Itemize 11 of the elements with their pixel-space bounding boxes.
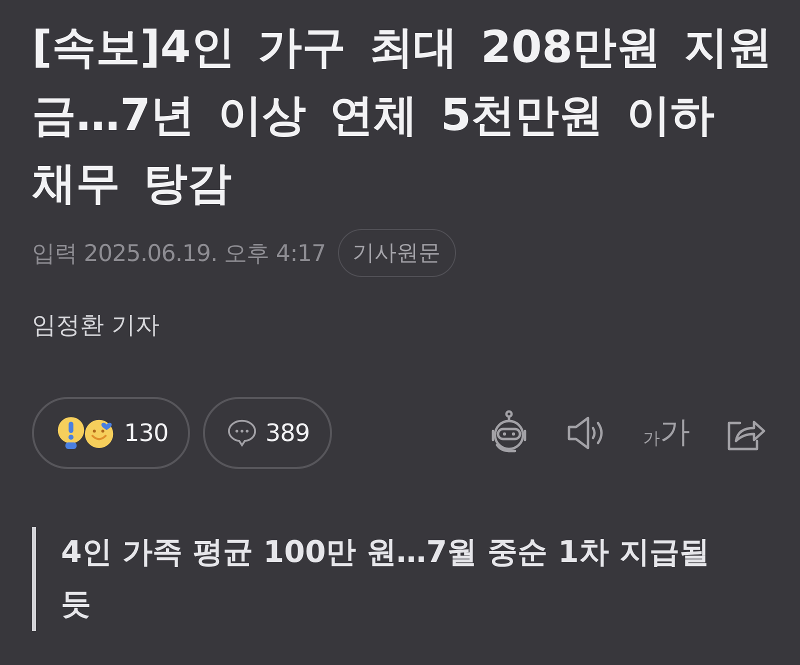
comment-button[interactable]: 389 [203, 397, 332, 469]
lightbulb-icon [56, 416, 86, 450]
reaction-button[interactable]: 130 [32, 397, 190, 469]
font-size-button[interactable]: 가가 [643, 418, 690, 448]
speech-bubble-icon [227, 419, 258, 447]
original-article-button[interactable]: 기사원문 [338, 229, 456, 277]
reporter-name: 임정환 기자 [32, 310, 161, 341]
headline: [속보]4인 가구 최대 208만원 지원금…7년 이상 연체 5천만원 이하 채무 탕감 [32, 21, 773, 211]
publish-date: 입력 2025.06.19. 오후 4:17 [32, 240, 326, 268]
smiley-icon [84, 417, 116, 449]
summary-text: 4인 가족 평균 100만 원…7월 중순 1차 지급될 듯 [61, 534, 710, 624]
